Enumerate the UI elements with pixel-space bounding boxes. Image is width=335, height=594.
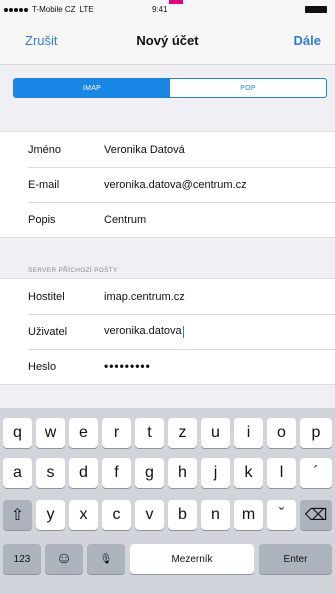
battery-icon bbox=[305, 6, 327, 13]
segment-area: IMAP POP bbox=[0, 66, 335, 106]
password-label: Heslo bbox=[28, 360, 57, 373]
key-h[interactable]: h bbox=[168, 458, 197, 488]
email-row[interactable]: E-mail veronika.datova@centrum.cz bbox=[0, 167, 335, 202]
key-f[interactable]: f bbox=[102, 458, 131, 488]
text-cursor bbox=[182, 325, 184, 338]
key-caron[interactable]: ˇ bbox=[267, 500, 296, 530]
key-r[interactable]: r bbox=[102, 418, 131, 448]
account-info-group: Jméno Veronika Datová E-mail veronika.da… bbox=[0, 131, 335, 238]
key-t[interactable]: t bbox=[135, 418, 164, 448]
key-j[interactable]: j bbox=[201, 458, 230, 488]
next-button[interactable]: Dále bbox=[294, 33, 321, 48]
key-d[interactable]: d bbox=[69, 458, 98, 488]
key-w[interactable]: w bbox=[36, 418, 65, 448]
key-c[interactable]: c bbox=[102, 500, 131, 530]
key-s[interactable]: s bbox=[36, 458, 65, 488]
brand-notch bbox=[169, 0, 183, 4]
description-field[interactable]: Centrum bbox=[104, 214, 146, 226]
host-row[interactable]: Hostitel imap.centrum.cz bbox=[0, 279, 335, 314]
description-label: Popis bbox=[28, 213, 56, 226]
name-field[interactable]: Veronika Datová bbox=[104, 144, 185, 156]
numbers-key[interactable]: 123 bbox=[3, 544, 41, 574]
name-label: Jméno bbox=[28, 143, 62, 156]
page-title: Nový účet bbox=[136, 33, 199, 48]
key-u[interactable]: u bbox=[201, 418, 230, 448]
user-row[interactable]: Uživatel veronika.datova bbox=[0, 314, 335, 349]
network-type: LTE bbox=[79, 5, 94, 14]
shift-key[interactable]: ⇧ bbox=[3, 500, 32, 530]
description-row[interactable]: Popis Centrum bbox=[0, 202, 335, 237]
password-row[interactable]: Heslo ••••••••• bbox=[0, 349, 335, 384]
backspace-key[interactable]: ⌫ bbox=[300, 500, 332, 530]
key-n[interactable]: n bbox=[201, 500, 230, 530]
incoming-server-header: SERVER PŘÍCHOZÍ POŠTY bbox=[28, 267, 118, 274]
status-bar: T-Mobile CZ LTE 9:41 bbox=[0, 0, 335, 20]
key-x[interactable]: x bbox=[69, 500, 98, 530]
email-field[interactable]: veronika.datova@centrum.cz bbox=[104, 179, 247, 191]
key-a[interactable]: a bbox=[3, 458, 32, 488]
enter-key[interactable]: Enter bbox=[259, 544, 332, 574]
host-field[interactable]: imap.centrum.cz bbox=[104, 291, 185, 303]
name-row[interactable]: Jméno Veronika Datová bbox=[0, 132, 335, 167]
incoming-server-group: Hostitel imap.centrum.cz Uživatel veroni… bbox=[0, 278, 335, 385]
key-g[interactable]: g bbox=[135, 458, 164, 488]
emoji-key[interactable]: ☺ bbox=[45, 544, 83, 574]
user-field[interactable]: veronika.datova bbox=[104, 325, 184, 338]
space-key[interactable]: Mezerník bbox=[130, 544, 254, 574]
key-m[interactable]: m bbox=[234, 500, 263, 530]
key-v[interactable]: v bbox=[135, 500, 164, 530]
user-label: Uživatel bbox=[28, 325, 68, 338]
key-o[interactable]: o bbox=[267, 418, 296, 448]
segment-imap[interactable]: IMAP bbox=[14, 79, 170, 97]
host-label: Hostitel bbox=[28, 290, 65, 303]
key-l[interactable]: l bbox=[267, 458, 296, 488]
key-z[interactable]: z bbox=[168, 418, 197, 448]
key-b[interactable]: b bbox=[168, 500, 197, 530]
account-type-segmented-control: IMAP POP bbox=[13, 78, 327, 98]
carrier-name: T-Mobile CZ bbox=[32, 5, 76, 14]
email-label: E-mail bbox=[28, 178, 60, 191]
key-e[interactable]: e bbox=[69, 418, 98, 448]
password-field[interactable]: ••••••••• bbox=[104, 359, 151, 373]
signal-icon bbox=[4, 7, 28, 12]
key-acute-accent[interactable]: ´ bbox=[300, 458, 332, 488]
navigation-bar: Zrušit Nový účet Dále bbox=[0, 20, 335, 65]
key-k[interactable]: k bbox=[234, 458, 263, 488]
microphone-key[interactable]: 🎙 bbox=[87, 544, 125, 574]
segment-pop[interactable]: POP bbox=[170, 79, 326, 97]
keyboard: q w e r t z u i o p a s d f g h j k l ´ … bbox=[0, 408, 335, 594]
status-time: 9:41 bbox=[152, 5, 168, 14]
key-q[interactable]: q bbox=[3, 418, 32, 448]
key-p[interactable]: p bbox=[300, 418, 332, 448]
key-y[interactable]: y bbox=[36, 500, 65, 530]
key-i[interactable]: i bbox=[234, 418, 263, 448]
